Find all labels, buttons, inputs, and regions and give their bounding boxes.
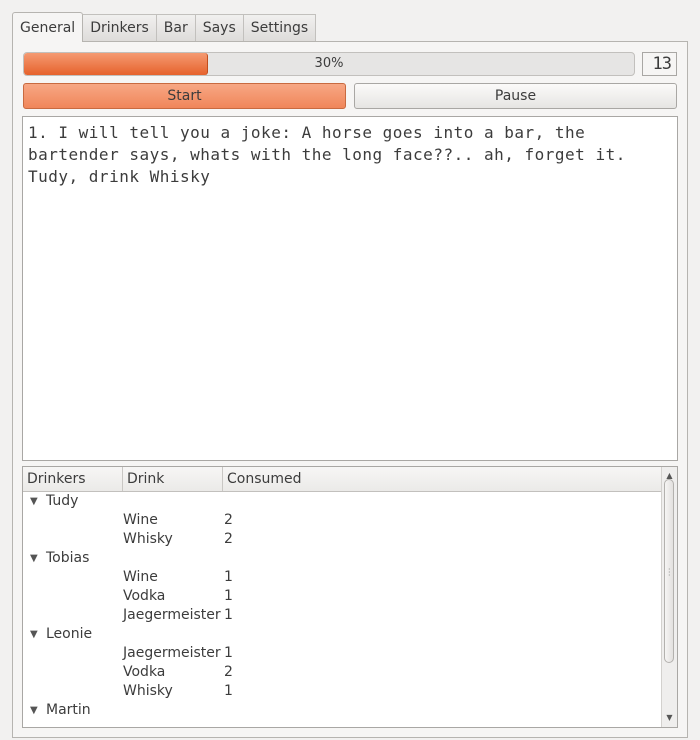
drink-name: Vodka <box>123 664 166 680</box>
tab-says[interactable]: Says <box>195 14 244 41</box>
tree-child-row[interactable]: Wine 2 <box>23 511 663 530</box>
grip-icon: · · · <box>668 565 671 580</box>
start-button[interactable]: Start <box>23 83 346 109</box>
scroll-down-icon[interactable]: ▼ <box>662 711 677 725</box>
consumed-count: 2 <box>224 512 233 528</box>
drink-name: Jaegermeister <box>123 645 221 661</box>
consumed-count: 1 <box>224 683 233 699</box>
scrollbar-thumb[interactable]: · · · <box>664 479 674 663</box>
tree-child-row[interactable]: Jaegermeister 1 <box>23 644 663 663</box>
drink-name: Wine <box>123 512 158 528</box>
tree-parent-row[interactable]: ▼ Leonie <box>23 625 663 644</box>
tree-parent-row[interactable]: ▼ Martin <box>23 701 663 720</box>
tree-header: Drinkers Drink Consumed <box>23 467 663 492</box>
drinker-name: Tudy <box>46 493 79 509</box>
consumed-count: 1 <box>224 569 233 585</box>
consumed-count: 1 <box>224 645 233 661</box>
log-textarea[interactable]: 1. I will tell you a joke: A horse goes … <box>22 116 678 461</box>
drinker-name: Leonie <box>46 626 93 642</box>
column-header-consumed[interactable]: Consumed <box>223 467 663 491</box>
progress-text: 30% <box>314 56 344 71</box>
drinkers-tree[interactable]: Drinkers Drink Consumed ▼ Tudy Wine 2 Whisky… <box>22 466 678 728</box>
tree-child-row[interactable]: Whisky 2 <box>23 530 663 549</box>
tab-bar: General Drinkers Bar Says Settings <box>12 12 317 42</box>
tree-parent-row[interactable]: ▼ Tudy <box>23 492 663 511</box>
consumed-count: 2 <box>224 664 233 680</box>
tree-child-row[interactable]: Vodka 1 <box>23 587 663 606</box>
tab-general[interactable]: General <box>12 12 84 42</box>
tree-child-row[interactable]: Jaegermeister 1 <box>23 606 663 625</box>
drinker-name: Tobias <box>46 550 90 566</box>
drink-name: Whisky <box>123 531 173 547</box>
drinker-name: Martin <box>46 702 91 718</box>
drink-name: Whisky <box>123 683 173 699</box>
column-header-drink[interactable]: Drink <box>123 467 223 491</box>
drink-name: Jaegermeister <box>123 607 221 623</box>
tree-child-row[interactable]: Wine 1 <box>23 568 663 587</box>
tree-child-row[interactable]: Vodka 2 <box>23 663 663 682</box>
expand-arrow-icon[interactable]: ▼ <box>30 549 38 568</box>
vertical-scrollbar[interactable]: ▲ · · · ▼ <box>661 467 677 727</box>
consumed-count: 2 <box>224 531 233 547</box>
drink-name: Vodka <box>123 588 166 604</box>
tree-rows: ▼ Tudy Wine 2 Whisky 2 ▼ Tobias Wine 1 Vodka 1 Jaege… <box>23 492 663 720</box>
consumed-count: 1 <box>224 588 233 604</box>
general-panel: 30% 13 Start Pause 1. I will tell you a … <box>12 41 688 738</box>
tab-drinkers[interactable]: Drinkers <box>83 14 157 41</box>
expand-arrow-icon[interactable]: ▼ <box>30 492 38 511</box>
consumed-count: 1 <box>224 607 233 623</box>
drink-name: Wine <box>123 569 158 585</box>
tab-bar-item[interactable]: Bar <box>156 14 196 41</box>
tab-settings[interactable]: Settings <box>243 14 317 41</box>
column-header-drinkers[interactable]: Drinkers <box>23 467 123 491</box>
expand-arrow-icon[interactable]: ▼ <box>30 701 38 720</box>
round-counter: 13 <box>642 52 677 76</box>
pause-button[interactable]: Pause <box>354 83 677 109</box>
progress-bar: 30% <box>23 52 635 76</box>
tree-parent-row[interactable]: ▼ Tobias <box>23 549 663 568</box>
tree-child-row[interactable]: Whisky 1 <box>23 682 663 701</box>
expand-arrow-icon[interactable]: ▼ <box>30 625 38 644</box>
